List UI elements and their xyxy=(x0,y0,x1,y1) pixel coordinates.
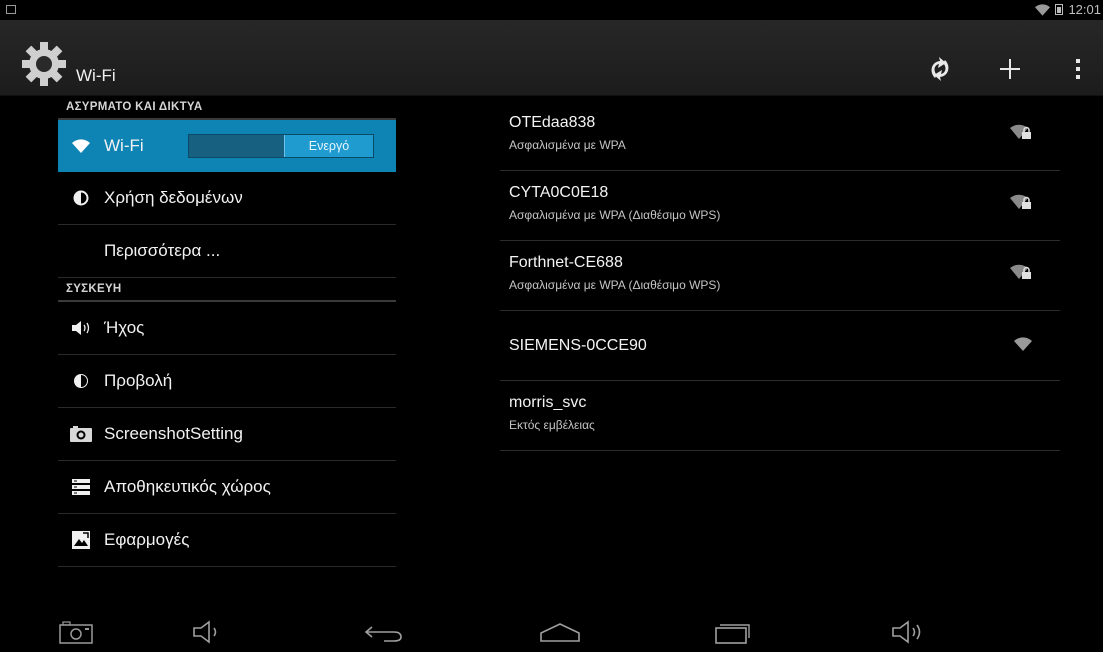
wifi-toggle[interactable]: Ενεργό xyxy=(188,134,374,158)
recent-apps-icon xyxy=(715,624,750,644)
network-ssid: SIEMENS-0CCE90 xyxy=(509,337,647,354)
network-row[interactable]: CYTA0C0E18 Ασφαλισμένα με WPA (Διαθέσιμο… xyxy=(500,171,1060,241)
camera-outline-icon xyxy=(59,621,93,644)
wps-icon xyxy=(931,57,949,81)
storage-icon xyxy=(70,476,92,498)
battery-icon xyxy=(1055,4,1064,15)
home-button[interactable] xyxy=(536,616,584,648)
sidebar-item-screenshot[interactable]: ScreenshotSetting xyxy=(58,408,396,461)
section-header-device: ΣΥΣΚΕΥΗ xyxy=(58,278,396,302)
network-status: Ασφαλισμένα με WPA xyxy=(509,138,626,152)
wifi-toggle-on: Ενεργό xyxy=(284,135,373,157)
volume-down-button[interactable] xyxy=(188,616,228,648)
overflow-menu-icon xyxy=(1076,59,1080,79)
wifi-lock-icon xyxy=(1010,124,1031,139)
recent-apps-button[interactable] xyxy=(710,616,754,648)
plus-icon xyxy=(1000,59,1020,79)
network-row[interactable]: Forthnet-CE688 Ασφαλισμένα με WPA (Διαθέ… xyxy=(500,241,1060,311)
wifi-lock-icon xyxy=(1010,264,1031,279)
brightness-icon xyxy=(70,370,92,392)
wifi-icon xyxy=(1014,337,1032,351)
back-icon xyxy=(364,626,402,642)
data-usage-icon xyxy=(70,187,92,209)
wifi-network-list: OTEdaa838 Ασφαλισμένα με WPA CYTA0C0E18 … xyxy=(500,101,1060,451)
action-bar: Wi-Fi xyxy=(0,20,1103,96)
network-row[interactable]: OTEdaa838 Ασφαλισμένα με WPA xyxy=(500,101,1060,171)
volume-up-button[interactable] xyxy=(888,616,932,648)
volume-up-icon xyxy=(892,620,921,644)
network-row[interactable]: morris_svc Εκτός εμβέλειας xyxy=(500,381,1060,451)
sidebar-item-label: Χρήση δεδομένων xyxy=(104,188,243,207)
wifi-icon xyxy=(70,135,92,157)
speaker-icon xyxy=(70,317,92,339)
network-ssid: CYTA0C0E18 xyxy=(509,184,609,201)
wifi-status-icon xyxy=(1035,3,1051,16)
overflow-menu-button[interactable] xyxy=(1060,54,1096,84)
page-title: Wi-Fi xyxy=(76,66,116,85)
settings-headers-pane: ΑΣΥΡΜΑΤΟ ΚΑΙ ΔΙΚΤΥΑ Wi-Fi Ενεργό Χρήση δ… xyxy=(58,96,396,608)
network-status: Ασφαλισμένα με WPA (Διαθέσιμο WPS) xyxy=(509,208,721,222)
back-button[interactable] xyxy=(362,616,406,648)
sidebar-item-label: Περισσότερα ... xyxy=(104,241,221,260)
home-icon xyxy=(540,623,580,642)
sidebar-item-label: Αποθηκευτικός χώρος xyxy=(104,477,271,496)
gallery-notification-icon xyxy=(6,5,16,14)
sidebar-item-label: Wi-Fi xyxy=(104,136,144,155)
section-header-wireless: ΑΣΥΡΜΑΤΟ ΚΑΙ ΔΙΚΤΥΑ xyxy=(58,96,396,120)
status-bar: 12:01 xyxy=(0,0,1103,20)
sidebar-item-more[interactable]: Περισσότερα ... xyxy=(58,225,396,278)
camera-icon xyxy=(70,423,92,445)
sidebar-item-wifi[interactable]: Wi-Fi Ενεργό xyxy=(58,120,396,172)
sidebar-item-label: Εφαρμογές xyxy=(104,530,190,549)
sidebar-item-label: ScreenshotSetting xyxy=(104,424,243,443)
network-ssid: morris_svc xyxy=(509,394,587,411)
sidebar-item-apps[interactable]: Εφαρμογές xyxy=(58,514,396,567)
network-row[interactable]: SIEMENS-0CCE90 xyxy=(500,311,1060,381)
sidebar-item-storage[interactable]: Αποθηκευτικός χώρος xyxy=(58,461,396,514)
volume-down-icon xyxy=(193,620,217,644)
sidebar-item-data-usage[interactable]: Χρήση δεδομένων xyxy=(58,172,396,225)
network-ssid: Forthnet-CE688 xyxy=(509,254,623,271)
apps-icon xyxy=(70,529,92,551)
wifi-lock-icon xyxy=(1010,194,1031,209)
network-status: Εκτός εμβέλειας xyxy=(509,418,595,432)
sidebar-item-sound[interactable]: Ήχος xyxy=(58,302,396,355)
clock: 12:01 xyxy=(1068,2,1101,17)
sidebar-item-display[interactable]: Προβολή xyxy=(58,355,396,408)
sidebar-item-label: Ήχος xyxy=(104,318,145,337)
add-network-button[interactable] xyxy=(992,54,1028,84)
network-ssid: OTEdaa838 xyxy=(509,114,596,131)
network-status: Ασφαλισμένα με WPA (Διαθέσιμο WPS) xyxy=(509,278,721,292)
settings-gear-icon[interactable] xyxy=(20,40,68,88)
wps-button[interactable] xyxy=(922,54,958,84)
sidebar-item-label: Προβολή xyxy=(104,371,173,390)
navigation-bar xyxy=(0,612,1103,652)
screenshot-nav-button[interactable] xyxy=(56,616,96,648)
status-icons: 12:01 xyxy=(1035,2,1101,17)
